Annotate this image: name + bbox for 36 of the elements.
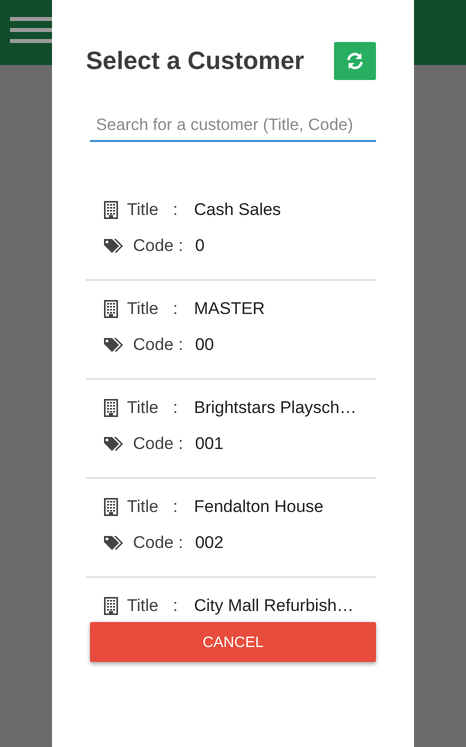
separator: : xyxy=(173,398,179,418)
tags-icon xyxy=(104,337,126,353)
field-label: Code : xyxy=(133,236,184,256)
customer-code: 002 xyxy=(195,533,224,553)
separator: : xyxy=(173,596,179,616)
field-label: Code : xyxy=(133,533,184,553)
customer-title: City Mall Refurbish… xyxy=(194,596,354,616)
cancel-button[interactable]: CANCEL xyxy=(90,622,376,662)
customer-title: Brightstars Playsch… xyxy=(194,398,356,418)
field-label: Code : xyxy=(133,335,184,355)
building-icon xyxy=(104,597,118,615)
customer-title: Cash Sales xyxy=(194,200,281,220)
field-label: Title xyxy=(127,497,160,517)
refresh-button[interactable] xyxy=(334,42,376,80)
refresh-icon xyxy=(345,51,365,71)
customer-title: MASTER xyxy=(194,299,265,319)
field-label: Title xyxy=(127,398,160,418)
customer-title: Fendalton House xyxy=(194,497,324,517)
separator: : xyxy=(173,200,179,220)
field-label: Title xyxy=(127,200,160,220)
building-icon xyxy=(104,399,118,417)
customer-code: 0 xyxy=(195,236,205,256)
building-icon xyxy=(104,201,118,219)
dialog-title: Select a Customer xyxy=(86,46,304,76)
separator: : xyxy=(173,497,179,517)
field-label: Title xyxy=(127,299,160,319)
customer-code: 00 xyxy=(195,335,214,355)
building-icon xyxy=(104,300,118,318)
separator: : xyxy=(173,299,179,319)
customer-code: 001 xyxy=(195,434,224,454)
building-icon xyxy=(104,498,118,516)
tags-icon xyxy=(104,535,126,551)
tags-icon xyxy=(104,436,126,452)
field-label: Code : xyxy=(133,434,184,454)
field-label: Title xyxy=(127,596,160,616)
tags-icon xyxy=(104,238,126,254)
